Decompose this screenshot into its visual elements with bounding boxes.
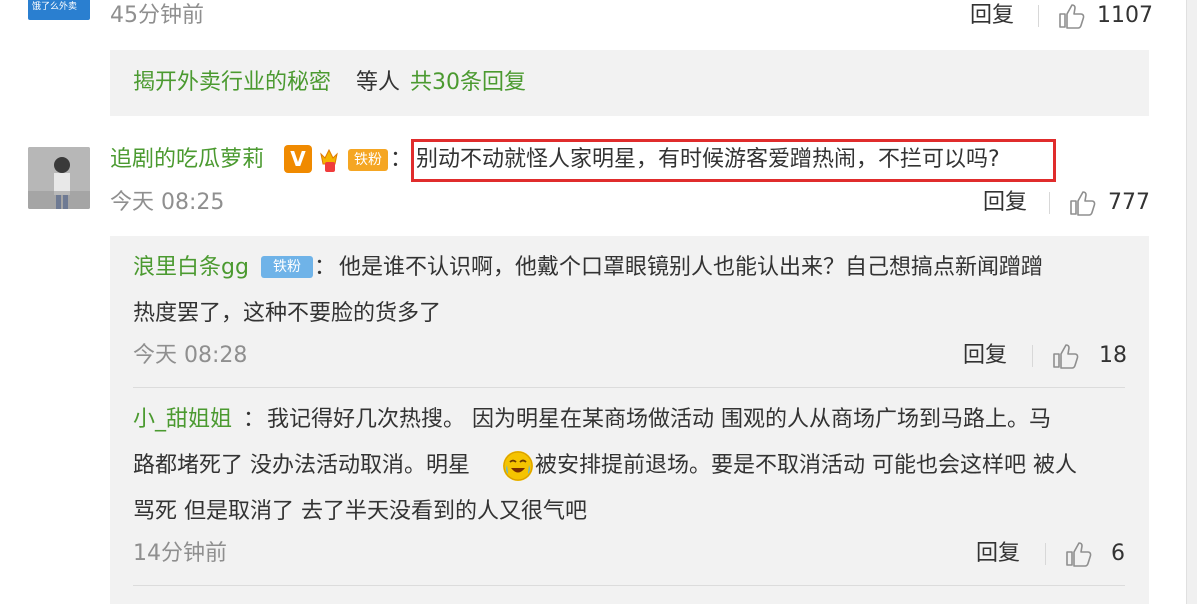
v-verified-icon: V: [284, 145, 312, 173]
avatar[interactable]: [28, 147, 90, 209]
like-count: 777: [1108, 190, 1150, 215]
reply-text-line: 热度罢了，这种不要脸的货多了: [133, 301, 442, 326]
reply-username[interactable]: 小_甜姐姐: [133, 405, 232, 435]
comment-colon: ：: [390, 147, 413, 172]
like-icon[interactable]: [1069, 190, 1097, 216]
separator: [1038, 5, 1039, 27]
separator: [1045, 543, 1046, 565]
like-count: 18: [1099, 343, 1127, 368]
reply-divider: [133, 585, 1125, 586]
more-replies-middle-text: 等人: [356, 70, 401, 95]
reply-time: 今天 08:28: [133, 343, 248, 368]
like-icon[interactable]: [1052, 343, 1080, 369]
reply-colon: ：: [314, 255, 337, 280]
reply-button[interactable]: 回复: [983, 188, 1027, 218]
reply-colon: ：: [243, 407, 266, 432]
avatar-top[interactable]: 饿了么外卖: [28, 0, 90, 20]
separator: [1032, 345, 1033, 367]
fan-badge: 铁粉: [261, 256, 313, 278]
more-replies-user-link[interactable]: 揭开外卖行业的秘密: [133, 68, 331, 98]
comment-time: 45分钟前: [110, 3, 204, 28]
crown-icon: [319, 146, 339, 172]
comment-time: 今天 08:25: [110, 190, 225, 215]
reply-text-line: 骂死 但是取消了 去了半天没看到的人又很气吧: [133, 499, 587, 524]
like-icon[interactable]: [1058, 3, 1086, 29]
fan-badge: 铁粉: [348, 149, 388, 171]
reply-button[interactable]: 回复: [970, 1, 1014, 31]
laugh-cry-emoji: [503, 451, 533, 481]
reply-button[interactable]: 回复: [976, 539, 1020, 569]
like-count: 6: [1111, 541, 1125, 566]
reply-text-line: 他是谁不认识啊，他戴个口罩眼镜别人也能认出来？自己想搞点新闻蹭蹭: [339, 255, 1044, 280]
like-count: 1107: [1097, 3, 1153, 28]
more-replies-count-link[interactable]: 共30条回复: [410, 68, 526, 98]
reply-text-line: 我记得好几次热搜。 因为明星在某商场做活动 围观的人从商场广场到马路上。马: [267, 407, 1051, 432]
comment-username[interactable]: 追剧的吃瓜萝莉: [110, 145, 264, 175]
separator: [1049, 192, 1050, 214]
reply-text-line: 被安排提前退场。要是不取消活动 可能也会这样吧 被人: [535, 453, 1077, 478]
reply-username[interactable]: 浪里白条gg: [133, 253, 249, 283]
scrollbar[interactable]: [1186, 0, 1197, 604]
reply-text-line: 路都堵死了 没办法活动取消。明星: [133, 453, 470, 478]
highlight-box: [411, 139, 1056, 182]
reply-button[interactable]: 回复: [963, 341, 1007, 371]
reply-divider: [133, 387, 1125, 388]
like-icon[interactable]: [1065, 541, 1093, 567]
reply-time: 14分钟前: [133, 541, 227, 566]
